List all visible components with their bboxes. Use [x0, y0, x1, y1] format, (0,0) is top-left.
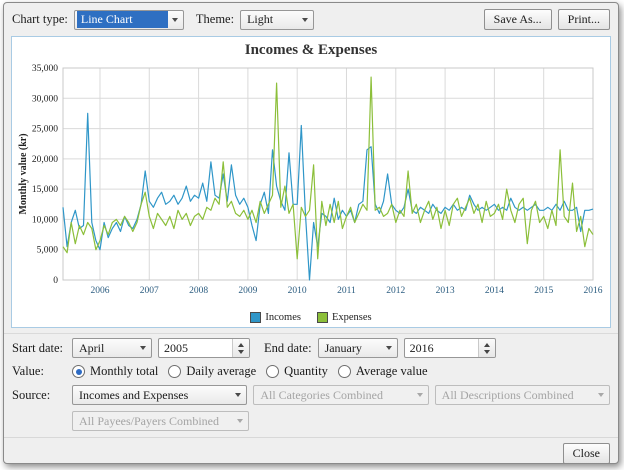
chevron-down-icon: [417, 393, 423, 397]
chart-plot: 0 5,000 10,000 15,000 20,000 25,000 30,000 35,0…: [15, 60, 607, 312]
chart-type-value: Line Chart: [77, 11, 168, 28]
close-bar: Close: [4, 437, 618, 464]
payees-row: All Payees/Payers Combined: [12, 411, 610, 431]
start-month-combo[interactable]: April: [72, 338, 152, 358]
theme-value: Light: [243, 11, 298, 28]
svg-text:2009: 2009: [238, 286, 257, 296]
chevron-down-icon: [140, 346, 146, 350]
payees-value: All Payees/Payers Combined: [75, 413, 233, 430]
chart-area: Incomes & Expenses 0 5,000 10,000 15,000 20,…: [11, 36, 611, 328]
end-month-combo[interactable]: January: [318, 338, 398, 358]
svg-text:0: 0: [53, 276, 58, 286]
svg-text:Monthly value (kr): Monthly value (kr): [18, 133, 29, 214]
svg-text:2016: 2016: [584, 286, 603, 296]
separator: [4, 333, 618, 334]
value-label: Value:: [12, 364, 66, 379]
svg-text:2006: 2006: [90, 286, 109, 296]
toolbar: Chart type: Line Chart Theme: Light Save…: [4, 3, 618, 34]
radio-icon: [338, 365, 351, 378]
start-month-value: April: [75, 340, 136, 357]
chart-dialog: Chart type: Line Chart Theme: Light Save…: [3, 2, 619, 464]
source-label: Source:: [12, 388, 66, 403]
radio-label: Quantity: [284, 364, 328, 379]
radio-icon: [266, 365, 279, 378]
svg-text:2013: 2013: [436, 286, 455, 296]
print-button[interactable]: Print...: [558, 9, 610, 30]
start-year-value: 2005: [159, 341, 232, 356]
radio-icon: [168, 365, 181, 378]
svg-text:2007: 2007: [140, 286, 159, 296]
chevron-down-icon: [302, 18, 308, 22]
spin-down-icon[interactable]: [238, 350, 244, 354]
legend-item-expenses: Expenses: [317, 312, 372, 323]
svg-text:10,000: 10,000: [32, 215, 58, 225]
categories-combo: All Categories Combined: [253, 385, 428, 405]
value-radio-daily-average[interactable]: Daily average: [168, 364, 256, 379]
value-radio-quantity[interactable]: Quantity: [266, 364, 328, 379]
svg-text:2010: 2010: [288, 286, 307, 296]
value-radio-group: Monthly total Daily average Quantity Averag…: [72, 364, 438, 379]
svg-text:20,000: 20,000: [32, 155, 58, 165]
value-radio-average-value[interactable]: Average value: [338, 364, 428, 379]
legend-item-incomes: Incomes: [250, 312, 301, 323]
save-as-button[interactable]: Save As...: [484, 9, 552, 30]
chart-title: Incomes & Expenses: [245, 39, 378, 60]
end-date-label: End date:: [264, 341, 312, 356]
spin-down-icon[interactable]: [484, 350, 490, 354]
legend-swatch: [317, 312, 328, 323]
radio-label: Average value: [356, 364, 428, 379]
descriptions-combo: All Descriptions Combined: [435, 385, 610, 405]
source-combo[interactable]: Incomes and Expenses: [72, 385, 247, 405]
start-date-label: Start date:: [12, 341, 66, 356]
svg-text:2014: 2014: [485, 286, 504, 296]
chevron-down-icon: [237, 419, 243, 423]
svg-text:5,000: 5,000: [37, 246, 59, 256]
payees-combo: All Payees/Payers Combined: [72, 411, 249, 431]
svg-text:30,000: 30,000: [32, 94, 58, 104]
chevron-down-icon: [386, 346, 392, 350]
radio-label: Monthly total: [90, 364, 158, 379]
theme-label: Theme:: [196, 12, 234, 27]
close-button[interactable]: Close: [563, 443, 610, 464]
legend-label: Expenses: [332, 312, 372, 323]
end-year-spinbox[interactable]: 2016: [404, 338, 496, 358]
source-value: Incomes and Expenses: [75, 387, 231, 404]
descriptions-value: All Descriptions Combined: [438, 387, 594, 404]
chart-type-combo[interactable]: Line Chart: [74, 10, 184, 30]
svg-text:2012: 2012: [386, 286, 405, 296]
legend-label: Incomes: [265, 312, 301, 323]
svg-text:25,000: 25,000: [32, 125, 58, 135]
start-year-spinbox[interactable]: 2005: [158, 338, 250, 358]
categories-value: All Categories Combined: [256, 387, 412, 404]
spin-buttons[interactable]: [232, 339, 249, 357]
end-year-value: 2016: [405, 341, 478, 356]
radio-icon: [72, 365, 85, 378]
theme-combo[interactable]: Light: [240, 10, 314, 30]
radio-label: Daily average: [186, 364, 256, 379]
value-radio-monthly-total[interactable]: Monthly total: [72, 364, 158, 379]
date-range-row: Start date: April 2005 End date: January…: [12, 338, 610, 358]
svg-text:2008: 2008: [189, 286, 208, 296]
chevron-down-icon: [235, 393, 241, 397]
chart-legend: Incomes Expenses: [250, 312, 371, 325]
source-row: Source: Incomes and Expenses All Categor…: [12, 385, 610, 405]
value-row: Value: Monthly total Daily average Quantit…: [12, 364, 610, 379]
svg-text:15,000: 15,000: [32, 185, 58, 195]
spin-buttons[interactable]: [478, 339, 495, 357]
svg-text:35,000: 35,000: [32, 64, 58, 74]
chart-type-label: Chart type:: [12, 12, 68, 27]
svg-text:2011: 2011: [337, 286, 356, 296]
end-month-value: January: [321, 340, 382, 357]
svg-text:2015: 2015: [534, 286, 553, 296]
spin-up-icon[interactable]: [238, 343, 244, 347]
chevron-down-icon: [172, 18, 178, 22]
spin-up-icon[interactable]: [484, 343, 490, 347]
chevron-down-icon: [598, 393, 604, 397]
legend-swatch: [250, 312, 261, 323]
